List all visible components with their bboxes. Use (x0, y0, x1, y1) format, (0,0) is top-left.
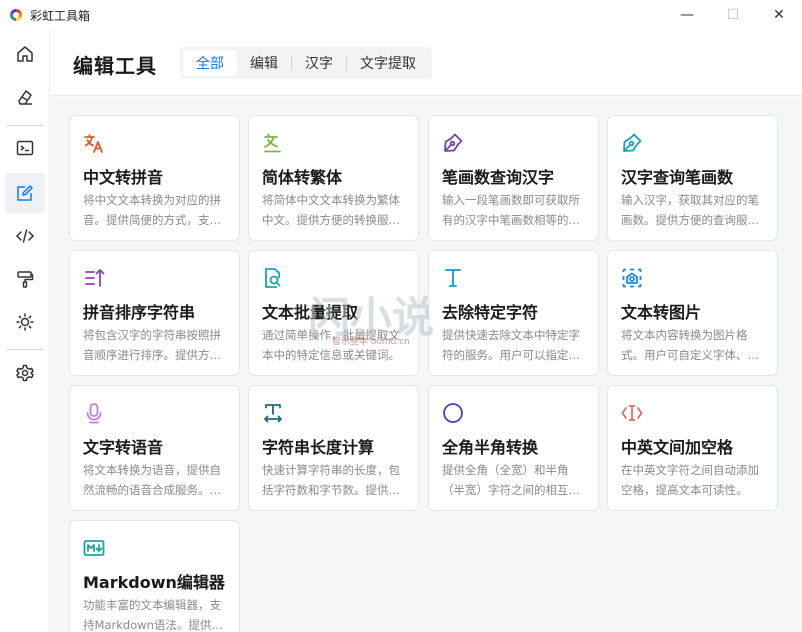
app-logo-icon (10, 9, 22, 21)
sort-icon (83, 267, 105, 289)
minimize-button[interactable]: — (664, 0, 710, 30)
sidebar-divider (6, 349, 44, 350)
sidebar-item-paint[interactable] (5, 259, 45, 299)
sidebar-item-home[interactable] (5, 34, 45, 74)
sidebar-item-edit[interactable] (5, 173, 45, 213)
tool-card-stroke-to-hanzi[interactable]: 笔画数查询汉字 输入一段笔画数即可获取所有的汉字中笔画数相等的汉字。 (428, 115, 599, 241)
translate-icon (83, 132, 105, 154)
sidebar-divider (6, 125, 44, 126)
half-moon-icon (442, 402, 464, 424)
page-title: 编辑工具 (73, 54, 157, 78)
tool-card-pinyin-sort[interactable]: 拼音排序字符串 将包含汉字的字符串按照拼音顺序进行排序。提供方便的排序功能。 (69, 250, 240, 376)
title-bar: 彩虹工具箱 — ☐ ✕ (0, 0, 802, 30)
tool-card-pinyin[interactable]: 中文转拼音 将中文文本转换为对应的拼音。提供简便的方式，支持多种拼音格式输出。 (69, 115, 240, 241)
card-title: 中文转拼音 (83, 168, 164, 187)
app-title: 彩虹工具箱 (30, 9, 91, 23)
card-title: 拼音排序字符串 (83, 303, 196, 322)
card-description: 快速计算字符串的长度，包括字符数和字节数。提供便捷的统计。 (262, 463, 400, 497)
card-title: 文本转图片 (621, 303, 702, 322)
settings-icon (16, 364, 34, 382)
tool-card-batch-extract[interactable]: 文本批量提取 通过简单操作，批量提取文本中的特定信息或关键词。 (248, 250, 419, 376)
tool-card-markdown[interactable]: Markdown编辑器 功能丰富的文本编辑器，支持Markdown语法。提供实时… (69, 520, 240, 632)
tab-edit[interactable]: 编辑 (237, 50, 291, 76)
card-title: 字符串长度计算 (262, 438, 375, 457)
card-description: 将中文文本转换为对应的拼音。提供简便的方式，支持多种拼音格式输出。 (83, 193, 221, 227)
card-title: 文字转语音 (83, 438, 164, 457)
tab-all[interactable]: 全部 (183, 50, 237, 76)
translate-alt-icon (262, 132, 284, 154)
tab-hanzi[interactable]: 汉字 (292, 50, 346, 76)
tool-card-text-to-image[interactable]: 文本转图片 将文本内容转换为图片格式。用户可自定义字体、颜色等样式。 (607, 250, 778, 376)
markdown-icon (83, 537, 105, 559)
card-description: 提供快速去除文本中特定字符的服务。用户可以指定要去除的字符。 (442, 328, 580, 362)
tool-card-traditional[interactable]: 简体转繁体 将简体中文文本转换为繁体中文。提供方便的转换服务。 (248, 115, 419, 241)
code-icon (15, 229, 35, 243)
pen-nib-icon (621, 132, 643, 154)
card-description: 通过简单操作，批量提取文本中的特定信息或关键词。 (262, 328, 400, 362)
card-title: 中英文间加空格 (621, 438, 734, 457)
card-description: 功能丰富的文本编辑器，支持Markdown语法。提供实时预览功能。 (83, 598, 223, 632)
maximize-button[interactable]: ☐ (710, 0, 756, 30)
text-t-icon (442, 267, 464, 289)
sidebar (0, 30, 50, 632)
paint-roller-icon (17, 271, 34, 288)
card-description: 输入一段笔画数即可获取所有的汉字中笔画数相等的汉字。 (442, 193, 580, 227)
tool-card-fullwidth[interactable]: 全角半角转换 提供全角（全宽）和半角（半宽）字符之间的相互转换服务。 (428, 385, 599, 511)
image-icon (621, 267, 643, 289)
card-title: 文本批量提取 (262, 303, 359, 322)
card-title: Markdown编辑器 (83, 573, 225, 592)
tool-card-remove-chars[interactable]: 去除特定字符 提供快速去除文本中特定字符的服务。用户可以指定要去除的字符。 (428, 250, 599, 376)
card-description: 将简体中文文本转换为繁体中文。提供方便的转换服务。 (262, 193, 400, 227)
page-header: 编辑工具 全部 编辑 汉字 文字提取 (51, 30, 802, 96)
card-description: 将文本转换为语音，提供自然流畅的语音合成服务。支持多种声音。 (83, 463, 221, 497)
card-description: 提供全角（全宽）和半角（半宽）字符之间的相互转换服务。 (442, 463, 580, 497)
edit-icon (17, 185, 33, 201)
card-description: 输入汉字，获取其对应的笔画数。提供方便的查询服务。 (621, 193, 759, 227)
sidebar-item-terminal[interactable] (5, 128, 45, 168)
card-title: 汉字查询笔画数 (621, 168, 734, 187)
tool-card-hanzi-to-stroke[interactable]: 汉字查询笔画数 输入汉字，获取其对应的笔画数。提供方便的查询服务。 (607, 115, 778, 241)
text-cursor-icon (621, 402, 643, 424)
card-description: 将包含汉字的字符串按照拼音顺序进行排序。提供方便的排序功能。 (83, 328, 221, 362)
card-title: 去除特定字符 (442, 303, 539, 322)
sidebar-item-eraser[interactable] (5, 78, 45, 118)
card-title: 全角半角转换 (442, 438, 539, 457)
card-title: 简体转繁体 (262, 168, 343, 187)
sidebar-item-settings[interactable] (5, 353, 45, 393)
sidebar-item-theme[interactable] (5, 302, 45, 342)
tool-card-add-space[interactable]: 中英文间加空格 在中英文字符之间自动添加空格，提高文本可读性。 (607, 385, 778, 511)
eraser-icon (18, 90, 32, 105)
card-description: 将文本内容转换为图片格式。用户可自定义字体、颜色等样式。 (621, 328, 759, 362)
pen-nib-icon (442, 132, 464, 154)
card-description: 在中英文字符之间自动添加空格，提高文本可读性。 (621, 463, 759, 497)
terminal-icon (16, 140, 34, 156)
tool-card-string-length[interactable]: 字符串长度计算 快速计算字符串的长度，包括字符数和字节数。提供便捷的统计。 (248, 385, 419, 511)
category-tabs: 全部 编辑 汉字 文字提取 (180, 47, 432, 79)
sidebar-item-code[interactable] (5, 216, 45, 256)
tab-text-extract[interactable]: 文字提取 (347, 50, 429, 76)
file-search-icon (262, 267, 284, 289)
home-icon (17, 46, 33, 62)
microphone-icon (83, 402, 105, 424)
close-button[interactable]: ✕ (756, 0, 802, 30)
sun-icon (16, 313, 34, 331)
text-width-icon (262, 402, 284, 424)
card-title: 笔画数查询汉字 (442, 168, 555, 187)
tools-grid: 中文转拼音 将中文文本转换为对应的拼音。提供简便的方式，支持多种拼音格式输出。 … (51, 97, 802, 632)
tool-card-tts[interactable]: 文字转语音 将文本转换为语音，提供自然流畅的语音合成服务。支持多种声音。 (69, 385, 240, 511)
